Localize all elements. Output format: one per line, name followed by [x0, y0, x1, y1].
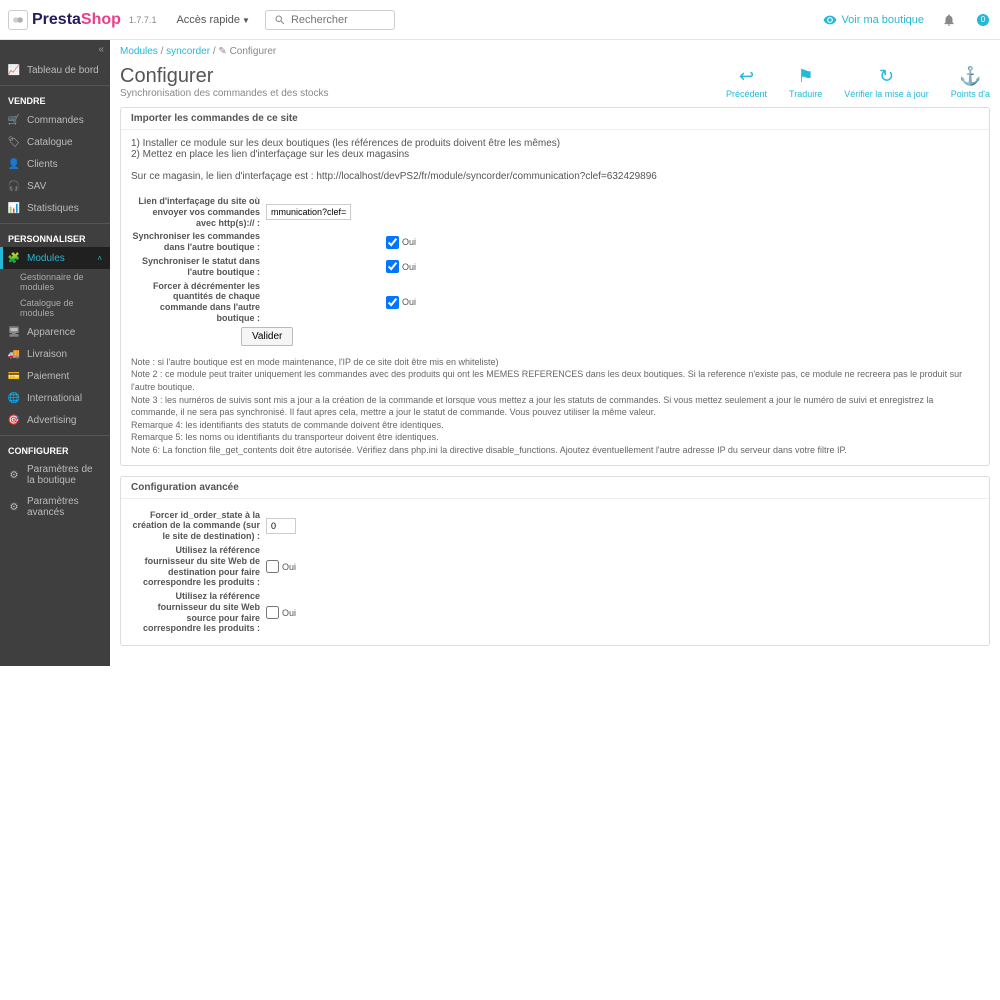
url-label: Lien d'interfaçage du site où envoyer vo…: [131, 196, 266, 228]
version: 1.7.7.1: [129, 15, 157, 25]
search-input[interactable]: [291, 14, 386, 26]
note-1: Note : si l'autre boutique est en mode m…: [131, 356, 979, 369]
topbar: PrestaShop 1.7.7.1 Accès rapide▼ Voir ma…: [0, 0, 1000, 40]
logo: PrestaShop 1.7.7.1: [8, 10, 156, 30]
notif-badge: 0: [977, 14, 989, 26]
sidebar-item-payment[interactable]: 💳Paiement: [0, 365, 110, 387]
sidebar-sub-module-catalog[interactable]: Catalogue de modules: [0, 295, 110, 321]
monitor-icon: 🖥: [8, 326, 20, 338]
instruction-2: 2) Mettez en place les lien d'interfaçag…: [131, 149, 979, 160]
page-subtitle: Synchronisation des commandes et des sto…: [120, 88, 328, 99]
stats-icon: 📊: [8, 202, 20, 214]
action-check-update[interactable]: ↻Vérifier la mise à jour: [844, 66, 929, 99]
logo-icon: [8, 10, 28, 30]
ref-src-checkbox[interactable]: [266, 606, 279, 619]
action-translate[interactable]: ⚑Traduire: [789, 66, 822, 99]
puzzle-icon: 🧩: [8, 252, 20, 264]
sidebar-item-appearance[interactable]: 🖥Apparence: [0, 321, 110, 343]
sidebar-item-advertising[interactable]: 🎯Advertising: [0, 409, 110, 431]
avatar[interactable]: 0: [974, 11, 992, 29]
main-content: Modules / syncorder / ✎ Configurer Confi…: [110, 40, 1000, 666]
force-state-input[interactable]: [266, 518, 296, 534]
cart-icon: 🛒: [8, 114, 20, 126]
anchor-icon: ⚓: [951, 66, 990, 87]
sidebar: « 📈Tableau de bord VENDRE 🛒Commandes 🏷Ca…: [0, 40, 110, 666]
sync-orders-label: Synchroniser les commandes dans l'autre …: [131, 231, 266, 253]
action-hooks[interactable]: ⚓Points d'a: [951, 66, 990, 99]
target-icon: 🎯: [8, 414, 20, 426]
tag-icon: 🏷: [8, 136, 20, 148]
headset-icon: 🎧: [8, 180, 20, 192]
globe-icon: 🌐: [8, 392, 20, 404]
sidebar-item-stats[interactable]: 📊Statistiques: [0, 197, 110, 219]
breadcrumb-syncorder[interactable]: syncorder: [166, 46, 210, 57]
sidebar-item-catalog[interactable]: 🏷Catalogue: [0, 131, 110, 153]
note-6: Note 6: La fonction file_get_contents do…: [131, 444, 979, 457]
refresh-icon: ↻: [844, 66, 929, 87]
logo-text: PrestaShop: [32, 11, 121, 29]
note-4: Remarque 4: les identifiants des statuts…: [131, 419, 979, 432]
note-5: Remarque 5: les noms ou identifiants du …: [131, 431, 979, 444]
gear-icon: ⚙: [8, 469, 20, 481]
gear-icon: ⚙: [8, 501, 20, 513]
ref-dest-checkbox[interactable]: [266, 560, 279, 573]
sync-orders-checkbox[interactable]: [386, 236, 399, 249]
panel-import-orders: Importer les commandes de ce site 1) Ins…: [120, 107, 990, 466]
sidebar-item-customers[interactable]: 👤Clients: [0, 153, 110, 175]
collapse-icon[interactable]: «: [0, 40, 110, 59]
sidebar-item-dashboard[interactable]: 📈Tableau de bord: [0, 59, 110, 81]
sidebar-item-adv-params[interactable]: ⚙Paramètres avancés: [0, 491, 110, 523]
sidebar-item-orders[interactable]: 🛒Commandes: [0, 109, 110, 131]
sync-status-label: Synchroniser le statut dans l'autre bout…: [131, 256, 266, 278]
instruction-1: 1) Installer ce module sur les deux bout…: [131, 138, 979, 149]
sidebar-sub-module-manager[interactable]: Gestionnaire de modules: [0, 269, 110, 295]
sidebar-item-sav[interactable]: 🎧SAV: [0, 175, 110, 197]
sidebar-item-shipping[interactable]: 🚚Livraison: [0, 343, 110, 365]
search-icon: [274, 14, 286, 26]
card-icon: 💳: [8, 370, 20, 382]
sync-status-checkbox[interactable]: [386, 260, 399, 273]
breadcrumb-modules[interactable]: Modules: [120, 46, 158, 57]
action-back[interactable]: ↩Précédent: [726, 66, 767, 99]
eye-icon: [823, 13, 837, 27]
panel-title: Importer les commandes de ce site: [121, 108, 989, 130]
chart-icon: 📈: [8, 64, 20, 76]
sidebar-header-sell: VENDRE: [0, 90, 110, 109]
sidebar-item-modules[interactable]: 🧩Modules˄: [0, 247, 110, 269]
ref-src-label: Utilisez la référence fournisseur du sit…: [131, 591, 266, 634]
sidebar-header-improve: PERSONNALISER: [0, 228, 110, 247]
panel-advanced-config: Configuration avancée Forcer id_order_st…: [120, 476, 990, 647]
interface-url: Sur ce magasin, le lien d'interfaçage es…: [131, 171, 979, 182]
sidebar-item-intl[interactable]: 🌐International: [0, 387, 110, 409]
force-dec-label: Forcer à décrémenter les quantités de ch…: [131, 281, 266, 324]
quick-access-menu[interactable]: Accès rapide▼: [176, 14, 250, 26]
chevron-up-icon: ˄: [97, 254, 102, 263]
bell-icon[interactable]: [942, 13, 956, 27]
page-title: Configurer: [120, 65, 328, 88]
ref-dest-label: Utilisez la référence fournisseur du sit…: [131, 545, 266, 588]
back-icon: ↩: [726, 66, 767, 87]
submit-button[interactable]: Valider: [241, 327, 293, 346]
breadcrumb: Modules / syncorder / ✎ Configurer: [120, 40, 990, 63]
force-dec-checkbox[interactable]: [386, 296, 399, 309]
flag-icon: ⚑: [789, 66, 822, 87]
note-2: Note 2 : ce module peut traiter uniqueme…: [131, 368, 979, 393]
sidebar-item-shop-params[interactable]: ⚙Paramètres de la boutique: [0, 459, 110, 491]
user-icon: 👤: [8, 158, 20, 170]
force-state-label: Forcer id_order_state à la création de l…: [131, 510, 266, 542]
view-shop-link[interactable]: Voir ma boutique: [823, 13, 924, 27]
sidebar-header-config: CONFIGURER: [0, 440, 110, 459]
panel-title-adv: Configuration avancée: [121, 477, 989, 499]
note-3: Note 3 : les numéros de suivis sont mis …: [131, 394, 979, 419]
url-input[interactable]: [266, 204, 351, 220]
truck-icon: 🚚: [8, 348, 20, 360]
search-box[interactable]: [265, 10, 395, 30]
